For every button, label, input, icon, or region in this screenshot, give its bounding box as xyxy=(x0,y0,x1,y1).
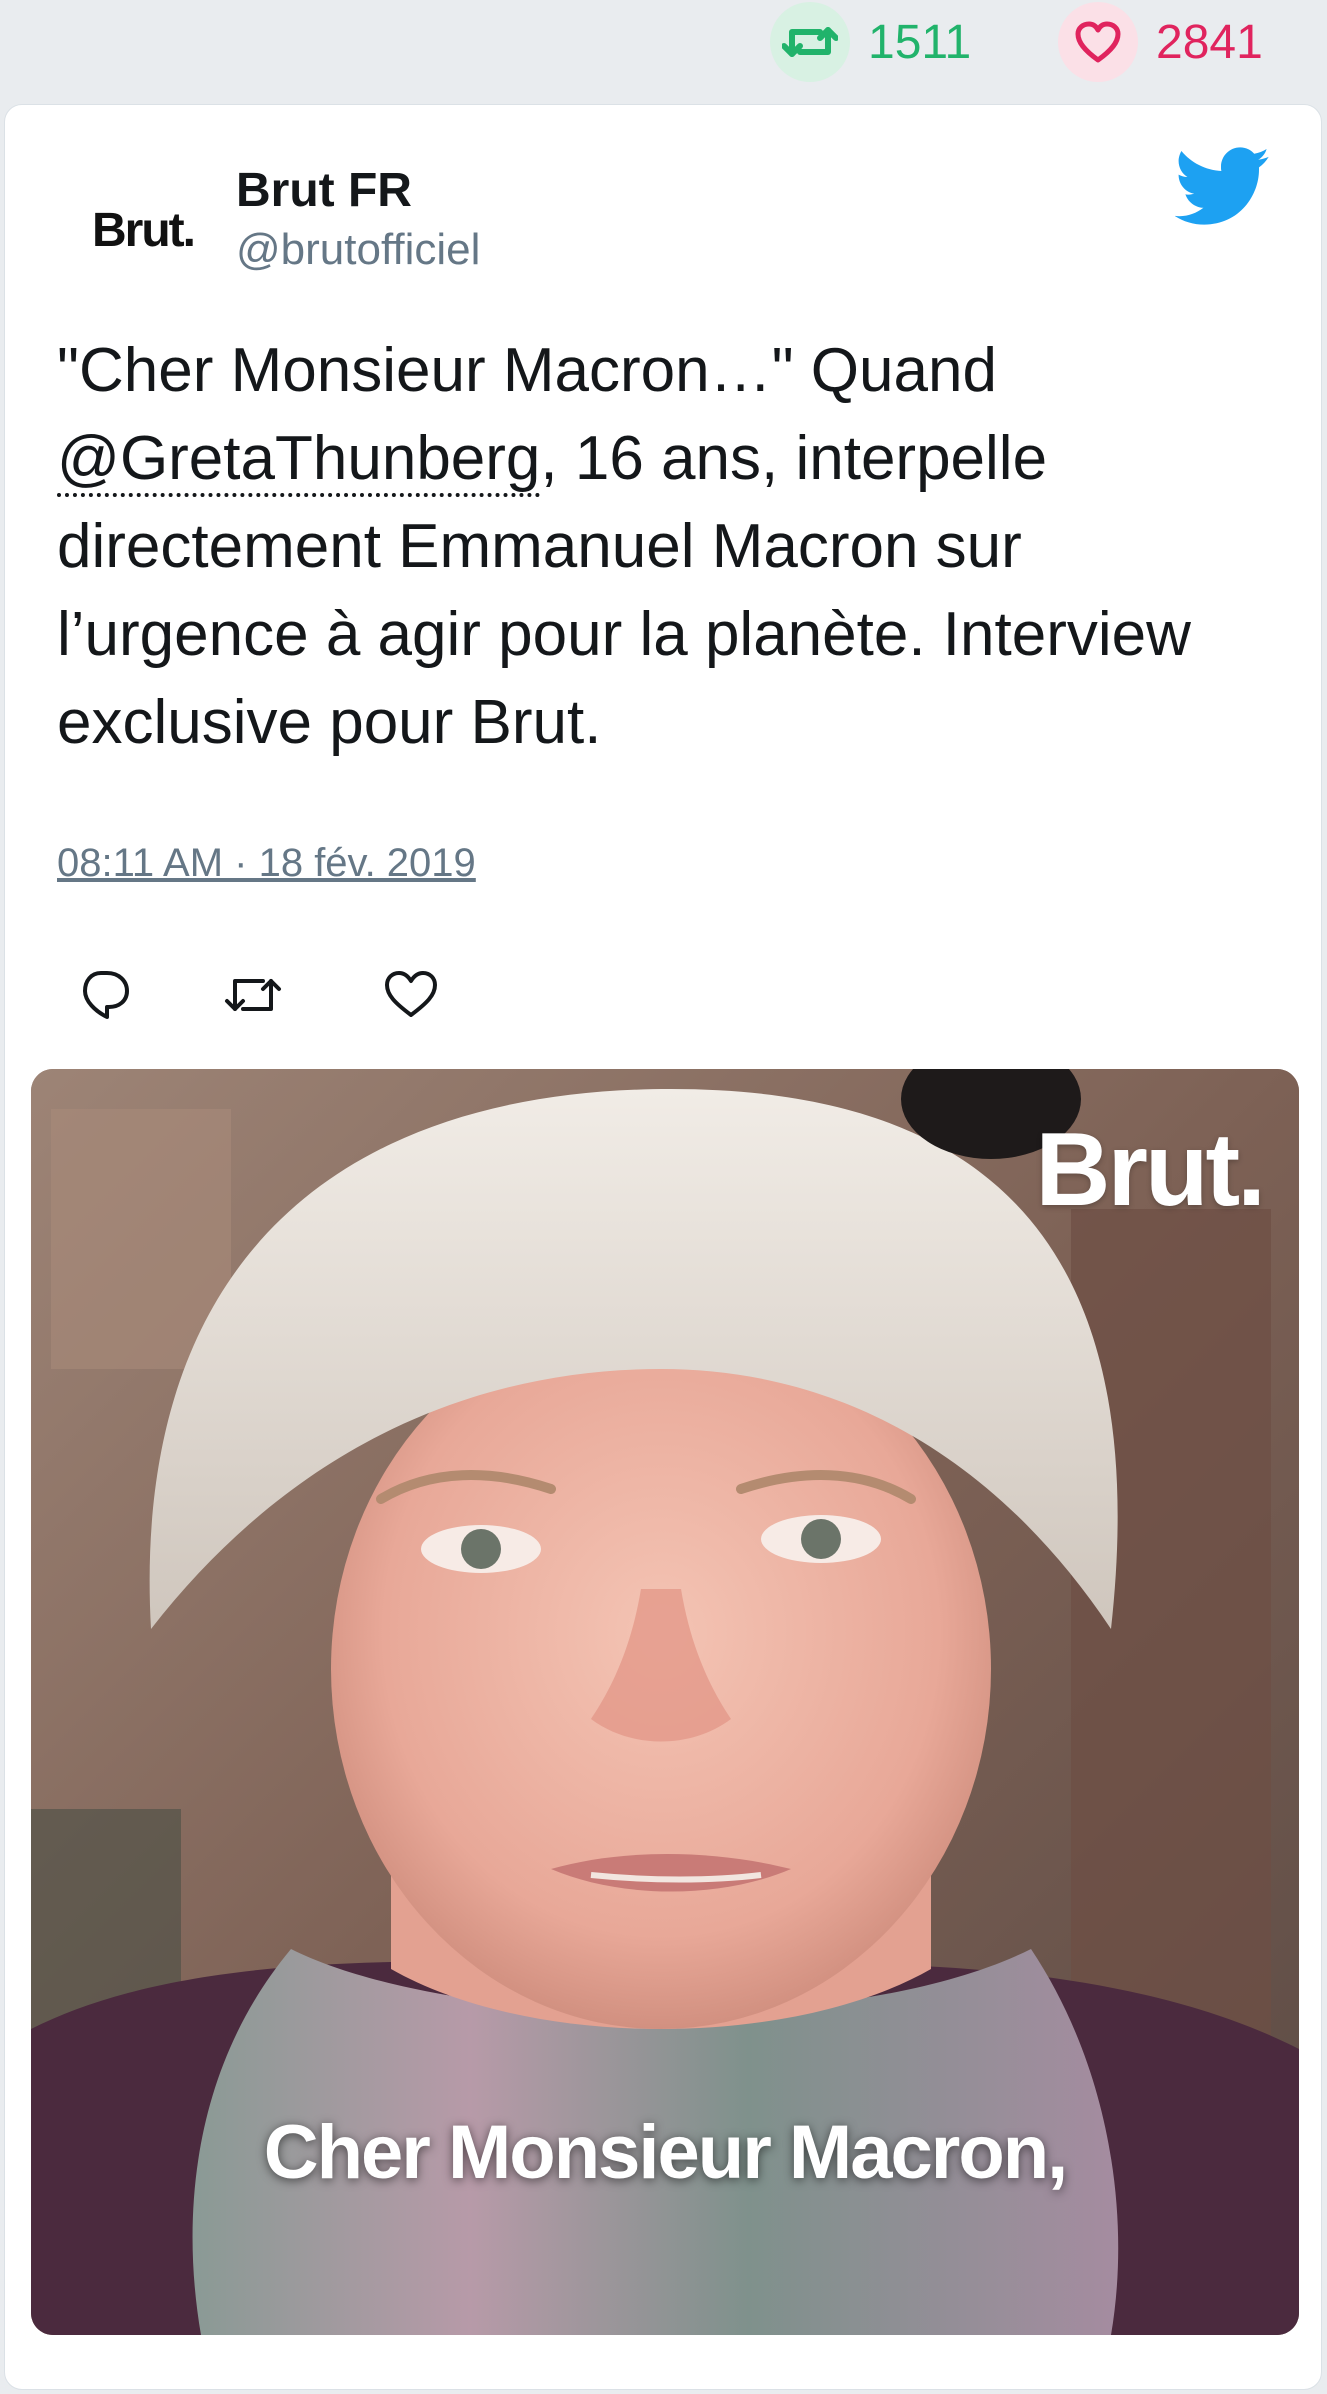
tweet-timestamp[interactable]: 08:11 AM · 18 fév. 2019 xyxy=(57,841,476,886)
reply-button[interactable] xyxy=(73,963,137,1027)
retweet-stat[interactable]: 1511 xyxy=(770,0,971,84)
tweet-media-video[interactable]: Brut. Cher Monsieur Macron, xyxy=(31,1069,1299,2335)
like-count: 2841 xyxy=(1156,15,1263,69)
heart-icon xyxy=(1058,2,1138,82)
retweet-count: 1511 xyxy=(868,15,972,69)
brut-watermark: Brut. xyxy=(1035,1112,1266,1228)
retweet-icon xyxy=(225,979,281,1011)
mention-link[interactable]: @GretaThunberg xyxy=(57,424,541,497)
tweet-stats-bar: 1511 2841 xyxy=(0,0,1327,100)
tweet-text-start: "Cher Monsieur Macron…" Quand xyxy=(57,336,997,405)
video-caption: Cher Monsieur Macron, xyxy=(263,2110,1069,2195)
retweet-button[interactable] xyxy=(221,963,285,1027)
avatar[interactable]: Brut. xyxy=(63,175,223,285)
like-button[interactable] xyxy=(379,963,443,1027)
twitter-bird-icon[interactable] xyxy=(1174,147,1271,229)
author-name[interactable]: Brut FR xyxy=(236,163,412,218)
avatar-logo-text: Brut. xyxy=(92,203,196,257)
tweet-text: "Cher Monsieur Macron…" Quand @GretaThun… xyxy=(57,327,1277,767)
author-handle[interactable]: @brutofficiel xyxy=(236,225,480,275)
heart-icon xyxy=(385,971,437,1017)
reply-icon xyxy=(83,971,129,1019)
retweet-icon xyxy=(770,2,850,82)
tweet-card: Brut. Brut FR @brutofficiel "Cher Monsie… xyxy=(4,104,1322,2390)
like-stat[interactable]: 2841 xyxy=(1058,0,1263,84)
